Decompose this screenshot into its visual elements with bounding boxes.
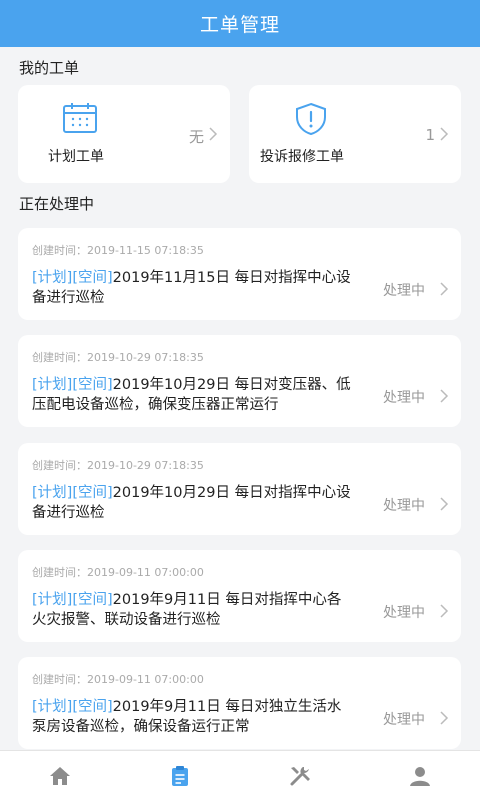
order-created-time: 创建时间：2019-11-15 07:18:35 (32, 244, 204, 257)
app-header: 工单管理 (0, 0, 480, 47)
plan-tag: [计划] (32, 377, 73, 393)
order-created-time: 创建时间：2019-09-11 07:00:00 (32, 673, 204, 686)
order-card[interactable]: 创建时间：2019-10-29 07:18:35 [计划][空间]2019年10… (18, 443, 461, 535)
order-title: [计划][空间]2019年9月11日 每日对指挥中心各火灾报警、联动设备进行巡检 (32, 590, 354, 630)
chevron-right-icon (440, 604, 449, 618)
shield-alert-icon (296, 102, 326, 136)
page-title: 工单管理 (199, 14, 280, 36)
tab-work-orders[interactable] (120, 751, 240, 800)
order-title: [计划][空间]2019年9月11日 每日对独立生活水泵房设备巡检，确保设备运行… (32, 697, 354, 737)
plan-orders-label: 计划工单 (48, 149, 104, 165)
tools-icon (290, 766, 310, 785)
space-tag: [空间] (72, 377, 113, 393)
plan-tag: [计划] (32, 270, 73, 286)
order-title: [计划][空间]2019年11月15日 每日对指挥中心设备进行巡检 (32, 268, 354, 308)
tab-profile[interactable] (360, 751, 480, 800)
order-card[interactable]: 创建时间：2019-09-11 07:00:00 [计划][空间]2019年9月… (18, 657, 461, 749)
order-status: 处理中 (383, 712, 425, 728)
order-status: 处理中 (383, 605, 425, 621)
home-icon (50, 766, 70, 785)
my-orders-heading: 我的工单 (19, 59, 80, 77)
order-status: 处理中 (383, 498, 425, 514)
complaint-orders-count: 1 (425, 126, 435, 144)
order-created-time: 创建时间：2019-10-29 07:18:35 (32, 351, 204, 364)
plan-tag: [计划] (32, 485, 73, 501)
chevron-right-icon (440, 282, 449, 296)
user-icon (410, 766, 430, 786)
order-status: 处理中 (383, 390, 425, 406)
bottom-tab-bar (0, 750, 480, 800)
order-card[interactable]: 创建时间：2019-10-29 07:18:35 [计划][空间]2019年10… (18, 335, 461, 427)
tab-home[interactable] (0, 751, 120, 800)
plan-orders-card[interactable]: 计划工单 无 (18, 85, 230, 183)
chevron-right-icon (440, 127, 449, 141)
calendar-icon (63, 103, 97, 133)
space-tag: [空间] (72, 485, 113, 501)
order-card[interactable]: 创建时间：2019-09-11 07:00:00 [计划][空间]2019年9月… (18, 550, 461, 642)
order-title: [计划][空间]2019年10月29日 每日对变压器、低压配电设备巡检，确保变压… (32, 375, 354, 415)
plan-orders-count: 无 (188, 128, 204, 146)
chevron-right-icon (209, 127, 218, 141)
chevron-right-icon (440, 711, 449, 725)
processing-heading: 正在处理中 (19, 195, 95, 213)
order-card[interactable]: 创建时间：2019-11-15 07:18:35 [计划][空间]2019年11… (18, 228, 461, 320)
chevron-right-icon (440, 497, 449, 511)
chevron-right-icon (440, 389, 449, 403)
order-title: [计划][空间]2019年10月29日 每日对指挥中心设备进行巡检 (32, 483, 354, 523)
order-status: 处理中 (383, 283, 425, 299)
complaint-orders-label: 投诉报修工单 (260, 149, 344, 165)
space-tag: [空间] (72, 270, 113, 286)
space-tag: [空间] (72, 699, 113, 715)
clipboard-icon (172, 765, 188, 786)
order-created-time: 创建时间：2019-10-29 07:18:35 (32, 459, 204, 472)
complaint-orders-card[interactable]: 投诉报修工单 1 (249, 85, 461, 183)
order-created-time: 创建时间：2019-09-11 07:00:00 (32, 566, 204, 579)
space-tag: [空间] (72, 592, 113, 608)
plan-tag: [计划] (32, 699, 73, 715)
tab-tools[interactable] (240, 751, 360, 800)
plan-tag: [计划] (32, 592, 73, 608)
